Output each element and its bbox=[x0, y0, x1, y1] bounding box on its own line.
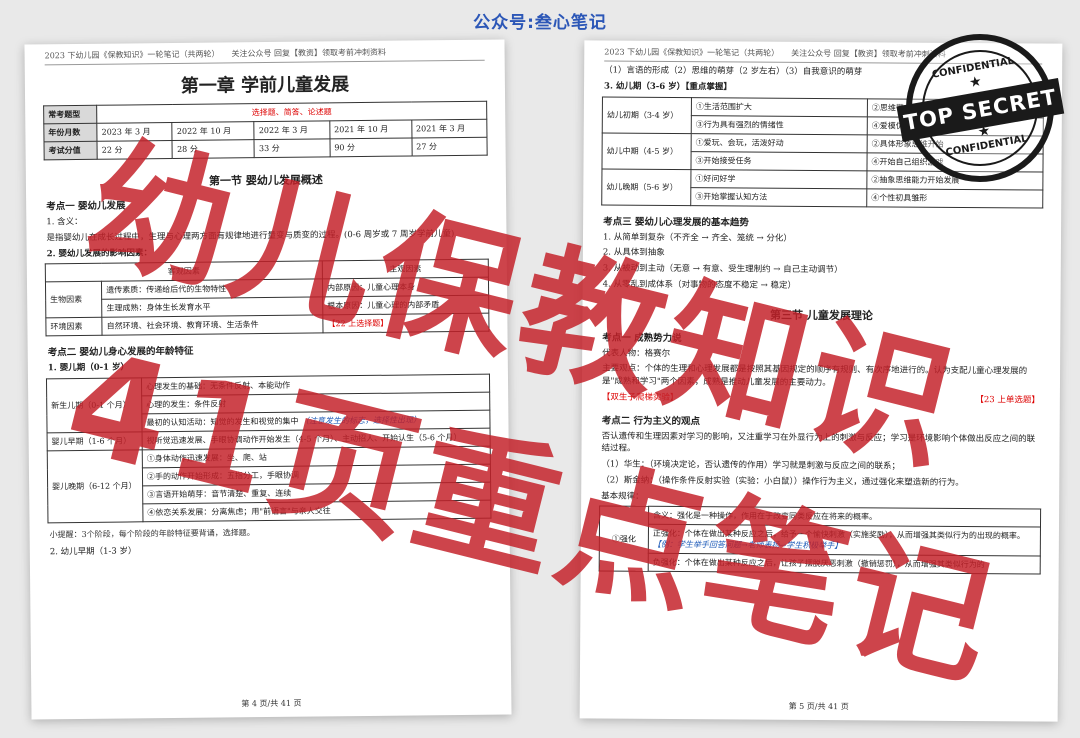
type-label: 常考题型 bbox=[43, 105, 97, 124]
experiment-tag: 【双生子爬梯实验】 bbox=[601, 392, 679, 403]
period-cell: 新生儿期（0-1 个月） bbox=[46, 377, 143, 433]
section-title: 第三节 儿童发展理论 bbox=[769, 308, 873, 322]
stage-cell: ④个性初具雏形 bbox=[866, 188, 1043, 208]
exam-stats-table: 常考题型 选择题、简答、论述题 年份月数 2023 年 3 月 2022 年 1… bbox=[43, 101, 488, 161]
stage-cell: ①生活范围扩大 bbox=[691, 97, 868, 117]
infant-label: 1. 婴儿期（0-1 岁） bbox=[47, 362, 130, 374]
score-cell: 33 分 bbox=[254, 138, 330, 158]
section-title: 第一节 婴幼儿发展概述 bbox=[208, 173, 323, 188]
factor-cell: 根本原因：儿童心理的内部矛盾 bbox=[322, 295, 489, 316]
age-item: ④依恋关系发展：分离焦虑；用"前语言"与亲人交往 bbox=[142, 500, 491, 522]
trend-item: 2. 从具体到抽象 bbox=[602, 247, 665, 259]
tag-line: 【双生子爬梯实验】 【23 上单选题】 bbox=[602, 391, 1040, 407]
year-cell: 2023 年 3 月 bbox=[96, 122, 173, 142]
stage-cell: ③开始掌握认知方法 bbox=[690, 187, 867, 207]
watson-text: （1）华生：（环境决定论，否认遗传的作用）学习就是刺激与反应之间的联系； bbox=[601, 459, 901, 472]
factor-tag: 【22 上选择题】 bbox=[322, 313, 490, 334]
chapter-title: 第一章 学前儿童发展 bbox=[180, 74, 350, 97]
age-stage-table: 新生儿期（0-1 个月） 心理发生的基础：无条件反射、本能动作 心理的发生：条件… bbox=[46, 374, 491, 524]
brand-label: 公众号:叁心笔记 bbox=[473, 12, 607, 33]
factor-cell: 生物因素 bbox=[45, 281, 103, 319]
reinforce-row: 负强化：个体在做出某种反应之后，让孩子摆脱厌恶刺激（撤销惩罚），从而增强其类似行… bbox=[648, 553, 1041, 575]
stage-cell: ③行为具有强烈的情绪性 bbox=[691, 115, 868, 135]
stage-name: 幼儿初期（3-4 岁） bbox=[602, 96, 692, 134]
factor-cell: 环境因素 bbox=[45, 317, 103, 337]
score-cell: 28 分 bbox=[172, 139, 255, 159]
year-cell: 2021 年 3 月 bbox=[411, 119, 487, 138]
trend-item: 1. 从简单到复杂（不齐全 → 齐全、笼统 → 分化） bbox=[602, 231, 792, 244]
keypoint-title: 考点二 婴幼儿身心发展的年龄特征 bbox=[47, 346, 194, 359]
exam-tag: 【23 上单选题】 bbox=[975, 394, 1040, 406]
factors-table: 客观因素 主观因素 生物因素 遗传素质：传递给后代的生物特性 内部原因：儿童心理… bbox=[45, 259, 490, 337]
score-cell: 27 分 bbox=[411, 137, 488, 156]
score-label: 考试分值 bbox=[43, 141, 98, 160]
stage-cell: ③开始接受任务 bbox=[690, 151, 868, 171]
stage-name: 幼儿中期（4-5 岁） bbox=[601, 132, 692, 170]
note-page-left: 2023 下幼儿园《保教知识》一轮笔记（共两轮） 关注公众号 回复【教资】领取考… bbox=[24, 39, 512, 720]
year-cell: 2022 年 3 月 bbox=[254, 120, 330, 140]
reminder-note: 小提醒：3个阶段，每个阶段的年龄特征要背诵，选择题。 bbox=[49, 528, 255, 540]
top-brand-bar: 公众号:叁心笔记 bbox=[0, 0, 1080, 40]
year-label: 年份月数 bbox=[43, 123, 98, 142]
stage-cell: ①爱玩、会玩，活泼好动 bbox=[691, 133, 868, 153]
reinforce-example: 【例：学生举手回答问题→老师表扬→学生积极举手】 bbox=[652, 540, 843, 551]
factors-label: 2. 婴幼儿发展的影响因素： bbox=[46, 247, 153, 259]
reinforce-label: ①强化 bbox=[599, 506, 649, 572]
representative-text: 主要观点：个体的生理和心理发展都是按照其基因规定的顺序有规则、有次序地进行的。认… bbox=[601, 363, 1028, 389]
age-item-tag: （注意发生的标志，选择性出现） bbox=[300, 415, 422, 426]
keypoint-title: 考点一 成熟势力说 bbox=[602, 331, 682, 344]
stage-cell: ①好问好学 bbox=[690, 169, 867, 189]
page-footer: 第 5 页/共 41 页 bbox=[788, 701, 849, 712]
stage-name: 幼儿晚期（5-6 岁） bbox=[601, 168, 691, 206]
year-cell: 2022 年 10 月 bbox=[172, 121, 255, 141]
period-cell: 婴儿晚期（6-12 个月） bbox=[47, 449, 143, 523]
keypoint-title: 考点三 婴幼儿心理发展的基本趋势 bbox=[603, 215, 749, 228]
skinner-text: （2）斯金纳：（操作条件反射实验（实验：小白鼠））操作行为主义，通过强化来塑造新… bbox=[601, 475, 964, 488]
definition-text: 是指婴幼儿在成长过程中，生理与心理两方面有规律地进行量变与质变的过程。(0-6 … bbox=[46, 228, 455, 244]
keypoint-title: 考点一 婴幼儿发展 bbox=[46, 200, 126, 213]
reinforce-row-text: 正强化：个体在做出某种反应之后，给予一个愉快刺激（实施奖励），从而增强其类似行为… bbox=[652, 529, 1025, 541]
score-cell: 90 分 bbox=[329, 137, 412, 157]
page-header: 2023 下幼儿园《保教知识》一轮笔记（共两轮） 关注公众号 回复【教资】领取考… bbox=[44, 45, 485, 66]
reinforce-row: 正强化：个体在做出某种反应之后，给予一个愉快刺激（实施奖励），从而增强其类似行为… bbox=[648, 524, 1041, 557]
factor-cell: 生理成熟：身体生长发育水平 bbox=[101, 297, 323, 318]
factors-header-subjective: 主观因素 bbox=[322, 259, 489, 280]
trend-item: 3. 从被动到主动（无意 → 有意、受生理制约 → 自己主动调节） bbox=[602, 263, 843, 276]
trend-item: 4. 从零乱到成体系（对事物的态度不稳定 → 稳定） bbox=[602, 279, 797, 291]
factor-cell: 自然环境、社会环境、教育环境、生活条件 bbox=[102, 315, 324, 336]
behaviorism-text: 否认遗传和生理因素对学习的影响，又注重学习在外显行为上的刺激与反应；学习是环境影… bbox=[601, 430, 1036, 454]
period-cell: 婴儿早期（1-6 个月） bbox=[47, 431, 143, 451]
year-cell: 2021 年 10 月 bbox=[329, 119, 412, 139]
age-item-text: 最初的认知活动：知觉的发生和视觉的集中 bbox=[146, 416, 299, 428]
representative-label: 代表人物：格赛尔 bbox=[602, 347, 671, 359]
factor-cell: 内部原因：儿童心理本身 bbox=[322, 277, 489, 298]
score-cell: 22 分 bbox=[97, 140, 173, 160]
keypoint-title: 考点二 行为主义的观点 bbox=[601, 414, 701, 427]
definition-label: 1. 含义： bbox=[46, 216, 83, 228]
page-footer: 第 4 页/共 41 页 bbox=[241, 698, 302, 709]
factor-cell: 遗传素质：传递给后代的生物特性 bbox=[101, 279, 323, 300]
next-label: 2. 幼儿早期（1-3 岁） bbox=[49, 546, 137, 558]
basic-label: 基本规律： bbox=[601, 490, 644, 502]
reinforcement-table: ①强化 含义：强化是一种操作，作用在于改变同类反应在将来的概率。 正强化：个体在… bbox=[599, 506, 1041, 575]
